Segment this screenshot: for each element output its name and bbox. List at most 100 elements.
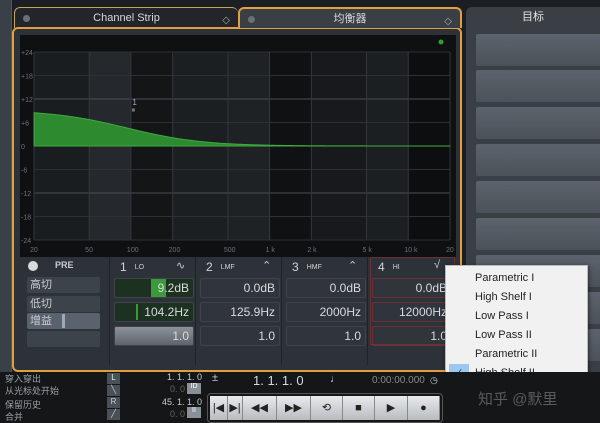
rewind-button[interactable]: ◀◀ [243,396,277,420]
gain-value: 0.0dB [415,281,447,295]
band-q-field[interactable]: 1.0 [200,326,280,346]
frequency-value: 125.9Hz [230,305,275,319]
record-icon: ● [420,402,427,414]
x-tick-label: 1 k [266,247,276,254]
band1-node-label: 1 [132,98,137,107]
note-icon: ♩ [330,373,341,385]
q-value: 1.0 [344,329,361,343]
tab-channel-strip[interactable]: Channel Strip ◇ [14,7,238,28]
q-value: 1.0 [172,329,189,343]
frequency-value: 12000Hz [398,305,447,319]
band1-node [131,108,135,112]
cycle-button[interactable]: ⟲ [311,396,343,420]
band-header: 4 HI [378,260,400,274]
main-position-display[interactable]: 1. 1. 1. 0 [253,373,304,388]
stop-button[interactable]: ■ [343,396,375,420]
start-at-cursor-label[interactable]: 从光标处开始 [5,384,59,397]
output-led [438,39,444,45]
x-tick-label: 500 [224,247,236,254]
band-gain-field[interactable]: 0.0dB [200,278,280,298]
locator-right-icon[interactable]: R [107,397,120,408]
watermark: 知乎 @默里 [478,391,558,408]
band-q-field[interactable]: 1.0 [114,326,194,346]
target-slot[interactable] [476,70,600,102]
band-header: 1 LO [120,260,144,274]
pre-toggle[interactable] [28,261,38,271]
filter-shape-icon[interactable]: ⌃ [348,259,357,272]
menu-item[interactable]: Low Pass I [446,307,587,326]
play-button[interactable]: ▶ [375,396,408,420]
postroll-toggle[interactable]: II [187,407,201,418]
target-slot[interactable] [476,34,600,66]
band-gain-field[interactable]: 9.2dB [114,278,194,298]
menu-item[interactable]: Parametric I [446,269,587,288]
fast-forward-button[interactable]: ▶▶ [277,396,311,420]
tab-equalizer[interactable]: 均衡器 ◇ [238,7,462,28]
band-q-field[interactable]: 1.0 [286,326,366,346]
pre-roll-value[interactable]: 0. 0 [150,384,185,394]
time-display[interactable]: 0:00:00.000 [372,375,425,386]
go-to-end-button[interactable]: ▶| [228,396,243,420]
go-to-start-button[interactable]: |◀ [210,396,228,420]
band-number: 1 [120,260,127,274]
locator-left-icon[interactable]: L [107,373,120,384]
tab-power-icon[interactable] [248,16,255,23]
low-cut-button[interactable]: 低切 [27,296,100,312]
gain-slider-handle[interactable] [62,314,65,328]
target-slot[interactable] [476,218,600,250]
menu-item[interactable]: Low Pass II [446,326,587,345]
band-header: 2 LMF [206,260,235,274]
high-cut-button[interactable]: 高切 [27,277,100,293]
filter-shape-icon[interactable]: ∿ [176,259,185,272]
preroll-toggle[interactable]: ID [187,383,201,394]
band-type: HI [392,264,400,271]
frequency-value: 2000Hz [319,305,361,319]
x-tick-label: 2 k [307,247,317,254]
band-divider [367,257,368,365]
clock-icon: ◷ [430,375,438,385]
target-slot[interactable] [476,181,600,213]
target-title: 目标 [522,11,544,23]
band-frequency-field[interactable]: 12000Hz [372,302,452,322]
eq-graph[interactable]: +24 +18 +12 +6 0 -6 -12 -18 -24 20 50 100 200 500 1 k 2… [20,35,460,257]
y-tick-label: +6 [21,121,29,128]
empty-button[interactable] [27,331,100,347]
band-frequency-field[interactable]: 104.2Hz [114,302,194,322]
record-button[interactable]: ● [408,396,440,420]
y-tick-label: 0 [21,144,25,151]
tab-label: Channel Strip [93,12,160,24]
y-tick-label: +12 [21,97,33,104]
band-number: 2 [206,260,213,274]
rewind-icon: ◀◀ [251,402,268,414]
zoom-plus-minus[interactable]: ± [212,372,218,384]
fade-in-icon[interactable]: ╱ [107,409,120,420]
right-locator-position[interactable]: 45. 1. 1. 0 [140,397,202,407]
post-roll-value[interactable]: 0. 0 [150,409,185,419]
band-type: LO [134,264,145,271]
menu-item-label: High Shelf I [475,291,532,303]
menu-item-label: Low Pass II [475,329,532,341]
y-tick-label: +18 [21,74,33,81]
menu-item-label: Parametric I [475,272,535,284]
fade-out-icon[interactable]: ╲ [107,385,120,396]
band-frequency-field[interactable]: 2000Hz [286,302,366,322]
left-panel-edge [0,0,12,372]
y-tick-label: -12 [21,191,31,198]
target-slot[interactable] [476,144,600,176]
menu-item[interactable]: High Shelf I [446,288,587,307]
merge-label[interactable]: 合并 [5,410,23,423]
eq-curve-plot[interactable]: +24 +18 +12 +6 0 -6 -12 -18 -24 20 50 100 200 500 1 k 2… [20,35,460,257]
play-icon: ▶ [386,402,396,414]
band-header: 3 HMF [292,260,322,274]
menu-item[interactable]: Parametric II [446,345,587,364]
filter-shape-icon[interactable]: ⌃ [262,259,271,272]
filter-shape-icon[interactable]: √ [434,259,440,271]
band-frequency-field[interactable]: 125.9Hz [200,302,280,322]
band-q-field[interactable]: 1.0 [372,326,452,346]
target-slot[interactable] [476,107,600,139]
tab-power-icon[interactable] [23,15,30,22]
band-gain-field[interactable]: 0.0dB [286,278,366,298]
band-gain-field[interactable]: 0.0dB [372,278,452,298]
left-locator-position[interactable]: 1. 1. 1. 0 [140,372,202,382]
y-tick-label: -24 [21,238,31,245]
